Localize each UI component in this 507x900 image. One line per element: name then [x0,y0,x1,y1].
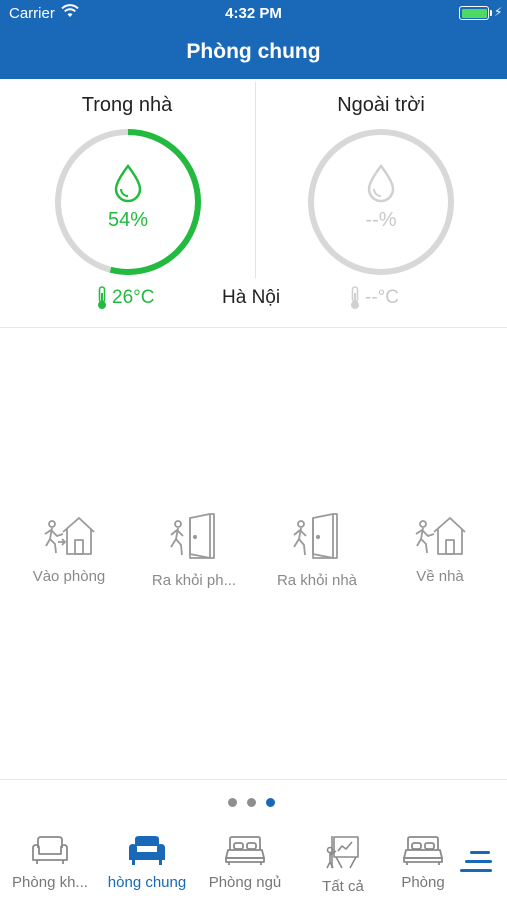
clock: 4:32 PM [225,5,282,22]
page-dot[interactable] [247,798,256,807]
scene-return-home[interactable]: Về nhà [376,512,504,585]
tab-label: hòng chung [107,874,187,891]
indoor-temperature: 26°C [96,286,154,310]
scene-leave-home[interactable]: Ra khỏi nhà [253,512,381,589]
scene-label: Ra khỏi ph... [151,572,237,589]
tab-room-living[interactable]: Phòng kh... [0,834,100,891]
status-bar: Carrier 4:32 PM ⚡ [0,0,507,28]
water-drop-icon [114,164,142,203]
tab-label: Phòng kh... [12,874,88,891]
page-title: Phòng chung [186,40,321,63]
indoor-humidity-gauge: 54% [53,127,203,277]
section-divider [0,327,507,328]
scene-leave-room[interactable]: Ra khỏi ph... [130,512,258,589]
charging-icon: ⚡ [494,5,503,19]
scene-enter-room[interactable]: Vào phòng [5,512,133,585]
return-home-icon [415,517,466,555]
enter-home-icon [44,517,95,555]
outdoor-humidity-value: --% [365,209,397,231]
indoor-title: Trong nhà [81,94,173,116]
thermometer-icon [98,286,106,309]
outdoor-temperature: --°C [349,286,399,310]
bed-icon [403,836,443,865]
indoor-humidity-value: 54% [107,209,149,231]
page-dot[interactable] [228,798,237,807]
armchair-icon [129,836,165,865]
tab-label: Phòng ngủ [208,874,282,891]
tab-label: Tất cả [322,878,364,895]
menu-icon-line [460,869,492,872]
outdoor-temperature-value: --°C [365,287,399,308]
water-drop-icon [367,164,395,203]
scene-label: Ra khỏi nhà [276,572,358,589]
menu-icon [470,851,490,854]
page-dot-active[interactable] [266,798,275,807]
outdoor-humidity-gauge: --% [306,127,456,277]
indoor-temperature-value: 26°C [112,287,155,308]
tab-room-other[interactable]: Phòng [387,834,459,891]
exit-door-icon [170,513,215,559]
header: Carrier 4:32 PM ⚡ Phòng chung [0,0,507,79]
battery-cap [490,10,492,16]
bottom-divider [0,779,507,780]
battery-icon [459,6,489,20]
presentation-board-icon [326,836,359,869]
exit-door-icon [293,513,338,559]
scene-label: Về nhà [416,568,464,585]
scene-label: Vào phòng [32,568,106,585]
sofa-icon [32,836,68,864]
thermometer-icon [351,286,359,309]
tab-room-all[interactable]: Tất cả [293,834,393,895]
tab-room-bedroom[interactable]: Phòng ngủ [195,834,295,891]
tab-label: Phòng [401,874,445,891]
page-indicator[interactable] [228,798,285,807]
city-label: Hà Nội [222,287,281,308]
tab-room-common[interactable]: hòng chung [97,834,197,891]
bed-icon [225,836,265,865]
outdoor-title: Ngoài trời [337,94,425,116]
menu-icon-line [465,860,492,863]
menu-button[interactable] [460,847,494,877]
